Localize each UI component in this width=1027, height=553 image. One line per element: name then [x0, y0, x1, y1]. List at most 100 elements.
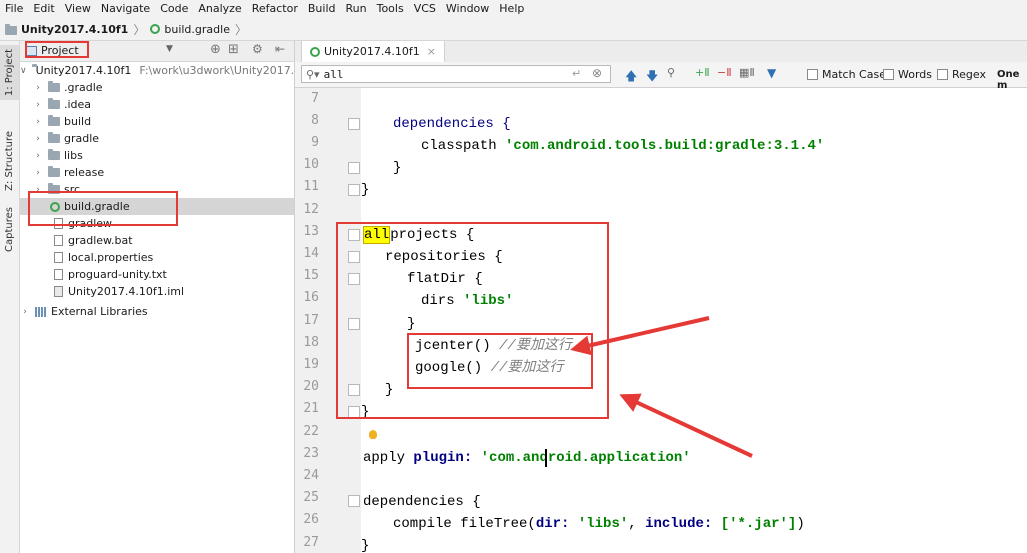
chevron-right-icon[interactable]: › [33, 134, 43, 144]
sync-icon[interactable]: ⊕ [210, 42, 221, 57]
folder-icon [48, 98, 60, 109]
fold-marker-icon[interactable] [348, 162, 360, 174]
clear-icon[interactable]: ⊗ [592, 66, 602, 80]
code-string: 'com.android.tools.build:gradle:3.1.4' [505, 138, 825, 154]
tree-item-idea[interactable]: › .idea [20, 96, 294, 113]
tab-captures[interactable]: Captures [0, 203, 19, 256]
collapse-all-icon[interactable]: ⊞ [228, 42, 239, 57]
tree-item-label: proguard-unity.txt [68, 268, 167, 281]
match-case-checkbox[interactable]: Match Case [807, 68, 886, 81]
annotation-box-repositories [407, 333, 593, 389]
tree-item-label: External Libraries [51, 305, 148, 318]
lightbulb-icon[interactable] [369, 430, 377, 439]
tree-item-build[interactable]: › build [20, 113, 294, 130]
breadcrumb: Unity2017.4.10f1 〉 build.gradle 〉 [5, 21, 252, 38]
code-keyword: plugin: [413, 450, 481, 466]
previous-occurrence-icon[interactable]: 🡅 [625, 67, 637, 88]
menu-refactor[interactable]: Refactor [247, 0, 303, 18]
hide-panel-icon[interactable]: ⇤ [275, 42, 285, 56]
chevron-right-icon[interactable]: › [33, 100, 43, 110]
menu-run[interactable]: Run [341, 0, 372, 18]
fold-marker-icon[interactable] [348, 118, 360, 130]
menu-navigate[interactable]: Navigate [96, 0, 155, 18]
chevron-down-icon[interactable]: ∨ [20, 66, 27, 76]
line-number: 25 [303, 490, 319, 505]
menu-help[interactable]: Help [494, 0, 529, 18]
chevron-right-icon[interactable]: › [33, 168, 43, 178]
tree-item-release[interactable]: › release [20, 164, 294, 181]
tree-item-proguard[interactable]: proguard-unity.txt [20, 266, 294, 283]
menu-analyze[interactable]: Analyze [193, 0, 246, 18]
code-token: , [628, 516, 646, 532]
tree-item-gradle-dir[interactable]: › .gradle [20, 79, 294, 96]
remove-occurrence-icon[interactable]: −Ⅱ [717, 66, 732, 79]
match-case-label: Match Case [822, 68, 886, 81]
menu-edit[interactable]: Edit [28, 0, 59, 18]
search-input[interactable]: ⚲▾ all ↵ ⊗ [301, 65, 611, 83]
words-checkbox[interactable]: Words [883, 68, 932, 81]
menu-build[interactable]: Build [303, 0, 341, 18]
find-all-icon[interactable]: ⚲ [667, 66, 675, 79]
code-line-8: dependencies { [393, 113, 511, 135]
menu-vcs[interactable]: VCS [409, 0, 441, 18]
code-line-10: } [393, 157, 401, 179]
menu-file[interactable]: File [0, 0, 28, 18]
tab-project[interactable]: 1: Project [0, 45, 19, 101]
library-icon [35, 306, 47, 317]
file-icon [54, 235, 63, 246]
editor-tab[interactable]: Unity2017.4.10f1 × [301, 41, 445, 62]
line-number: 8 [311, 113, 319, 128]
tree-item-label: gradlew.bat [68, 234, 133, 247]
menu-view[interactable]: View [60, 0, 96, 18]
menu-code[interactable]: Code [155, 0, 193, 18]
tree-item-gradlew-bat[interactable]: gradlew.bat [20, 232, 294, 249]
fold-marker-icon[interactable] [348, 184, 360, 196]
tree-item-libs[interactable]: › libs [20, 147, 294, 164]
fold-marker-icon[interactable] [348, 495, 360, 507]
code-token: ) [796, 516, 805, 532]
menu-tools[interactable]: Tools [372, 0, 409, 18]
select-all-occurrences-icon[interactable]: ▦Ⅱ [739, 66, 755, 79]
line-number: 15 [303, 268, 319, 283]
code-token: compile fileTree( [393, 516, 536, 532]
next-occurrence-icon[interactable]: 🡇 [646, 67, 658, 88]
line-number: 22 [303, 424, 319, 439]
line-number: 26 [303, 512, 319, 527]
chevron-right-icon[interactable]: › [33, 151, 43, 161]
code-line-27: } [361, 535, 369, 553]
code-token: dependencies { [393, 116, 511, 132]
folder-icon [48, 81, 60, 92]
tree-item-external-libraries[interactable]: › External Libraries [20, 303, 294, 320]
chevron-right-icon[interactable]: › [33, 83, 43, 93]
code-line-25: dependencies { [363, 491, 481, 513]
dropdown-arrow-icon[interactable]: ▼ [166, 44, 173, 54]
breadcrumb-project[interactable]: Unity2017.4.10f1 [21, 23, 128, 36]
code-token: apply [363, 450, 414, 466]
checkbox-icon [937, 69, 948, 80]
tree-item-label: build [64, 115, 92, 128]
chevron-right-icon[interactable]: › [20, 307, 30, 317]
gradle-icon [150, 24, 161, 34]
filter-icon[interactable]: ▼ [767, 66, 776, 80]
code-string: ['*.jar'] [720, 516, 797, 532]
add-occurrence-icon[interactable]: +Ⅱ [695, 66, 710, 79]
breadcrumb-file[interactable]: build.gradle [164, 23, 230, 36]
tree-item-local-properties[interactable]: local.properties [20, 249, 294, 266]
tab-structure[interactable]: Z: Structure [0, 127, 19, 195]
chevron-right-icon[interactable]: › [33, 117, 43, 127]
tree-root[interactable]: ∨ Unity2017.4.10f1 F:\work\u3dwork\Unity… [20, 62, 319, 79]
module-file-icon [54, 286, 63, 297]
annotation-box-allprojects [336, 222, 609, 419]
close-icon[interactable]: × [427, 45, 436, 58]
menu-window[interactable]: Window [441, 0, 494, 18]
search-icon[interactable]: ⚲▾ [306, 68, 320, 81]
tree-item-label: gradle [64, 132, 100, 145]
tree-item-iml[interactable]: Unity2017.4.10f1.iml [20, 283, 294, 300]
gear-icon[interactable]: ⚙ [252, 42, 263, 56]
code-token: } [361, 182, 370, 198]
line-number: 16 [303, 290, 319, 305]
regex-checkbox[interactable]: Regex [937, 68, 986, 81]
tree-item-gradle[interactable]: › gradle [20, 130, 294, 147]
checkbox-icon [883, 69, 894, 80]
line-number: 10 [303, 157, 319, 172]
